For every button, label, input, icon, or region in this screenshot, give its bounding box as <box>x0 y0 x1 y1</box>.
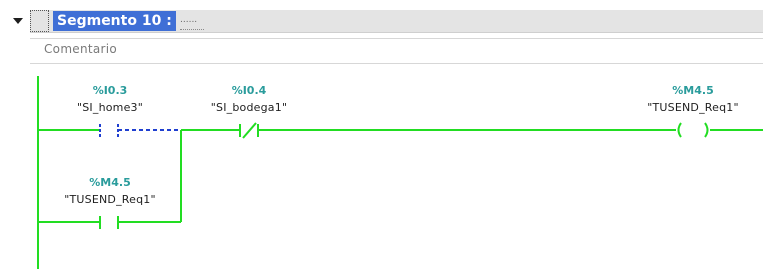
contact-latch-tag: "TUSEND_Req1" <box>64 193 156 206</box>
coil-output-address: %M4.5 <box>672 84 714 97</box>
ladder-editor: Segmento 10 : ...... Comentario %I0.3 "S… <box>0 0 763 269</box>
contact-home-address: %I0.3 <box>92 84 128 97</box>
contact-bodega-tag: "SI_bodega1" <box>210 101 288 114</box>
contact-latch[interactable] <box>95 210 123 234</box>
coil-output[interactable] <box>673 118 713 142</box>
contact-home[interactable] <box>95 118 123 142</box>
coil-output-tag: "TUSEND_Req1" <box>647 101 739 114</box>
contact-home-tag: "SI_home3" <box>76 101 144 114</box>
contact-bodega[interactable] <box>235 118 263 142</box>
contact-bodega-address: %I0.4 <box>231 84 267 97</box>
contact-latch-address: %M4.5 <box>89 176 131 189</box>
